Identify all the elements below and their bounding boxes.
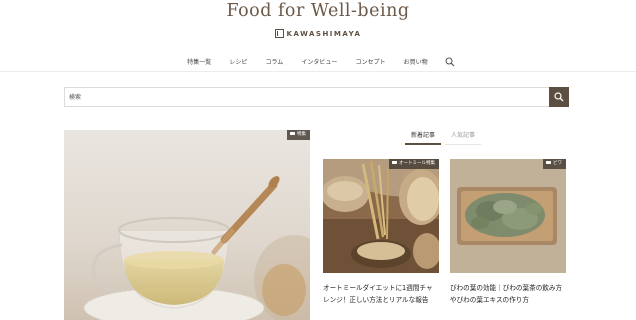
global-nav: 特集一覧 レシピ コラム インタビュー コンセプト お買い物: [0, 51, 636, 67]
nav-item-concept[interactable]: コンセプト: [356, 57, 386, 66]
category-tag[interactable]: ビワ: [543, 159, 566, 169]
nav-item-shopping[interactable]: お買い物: [404, 57, 428, 66]
featured-article-image: [64, 130, 310, 320]
nav-item-interview[interactable]: インタビュー: [301, 57, 337, 66]
search-icon[interactable]: [445, 57, 455, 67]
nav-item-recipes[interactable]: レシピ: [229, 57, 247, 66]
folder-icon: [546, 160, 551, 165]
folder-icon: [290, 131, 295, 136]
folder-icon: [392, 160, 397, 165]
search-button[interactable]: [549, 87, 569, 107]
search-icon: [554, 92, 564, 102]
tab-new-articles[interactable]: 新着記事: [405, 129, 441, 145]
oatmeal-photo: [323, 159, 439, 273]
brand-mark-icon: [274, 29, 284, 38]
featured-article[interactable]: 特集: [64, 130, 310, 320]
category-tag-label: ビワ: [553, 161, 562, 166]
category-tag-label: 特集: [297, 132, 306, 137]
site-title[interactable]: Food for Well-being: [0, 1, 636, 21]
article-card-title[interactable]: びわの葉の効能｜びわの葉茶の飲み方やびわの葉エキスの作り方: [450, 282, 566, 306]
tab-popular-articles[interactable]: 人気記事: [445, 129, 481, 145]
article-card[interactable]: オートミール特集 オートミールダイエットに1週間チャレンジ！正しい方法とリアルな…: [323, 159, 439, 306]
article-card[interactable]: ビワ びわの葉の効能｜びわの葉茶の飲み方やびわの葉エキスの作り方: [450, 159, 566, 306]
category-tag[interactable]: 特集: [287, 130, 310, 140]
category-tag[interactable]: オートミール特集: [389, 159, 439, 169]
search-bar: [64, 87, 569, 107]
nav-item-features[interactable]: 特集一覧: [187, 57, 211, 66]
nav-item-column[interactable]: コラム: [265, 57, 283, 66]
article-card-image: オートミール特集: [323, 159, 439, 273]
article-card-image: ビワ: [450, 159, 566, 273]
search-input[interactable]: [65, 88, 549, 106]
article-card-title[interactable]: オートミールダイエットに1週間チャレンジ！正しい方法とリアルな報告: [323, 282, 439, 306]
category-tag-label: オートミール特集: [399, 161, 435, 166]
brand-name: KAWASHIMAYA: [286, 29, 362, 38]
brand-logo[interactable]: KAWASHIMAYA: [0, 23, 636, 38]
site-header: Food for Well-being KAWASHIMAYA 特集一覧 レシピ…: [0, 0, 636, 72]
loquat-tea-photo: [450, 159, 566, 273]
